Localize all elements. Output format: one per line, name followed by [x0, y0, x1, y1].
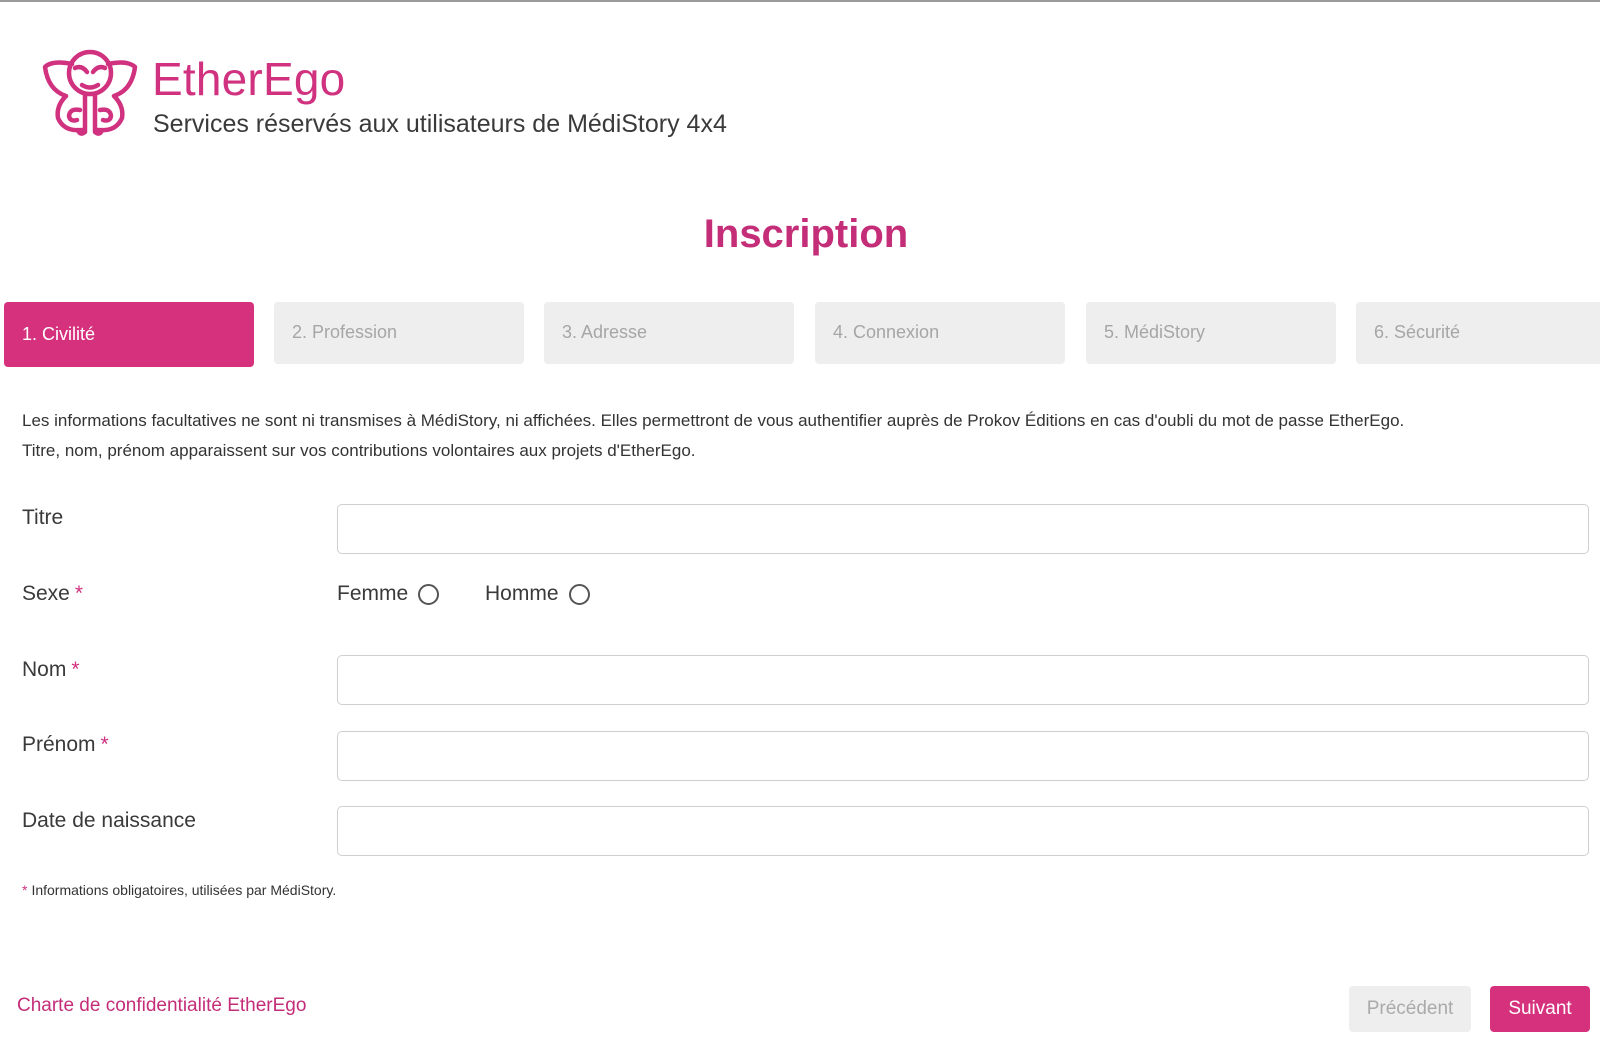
radio-homme-label: Homme [485, 582, 559, 605]
butterfly-face-logo-icon [42, 49, 138, 136]
titre-label-text: Titre [22, 506, 64, 529]
footnote-asterisk: * [22, 882, 28, 898]
sexe-label-text: Sexe [22, 582, 70, 605]
titre-input[interactable] [337, 504, 1589, 554]
step-securite[interactable]: 6. Sécurité [1356, 302, 1600, 364]
footnote-text: Informations obligatoires, utilisées par… [31, 882, 337, 898]
sexe-label: Sexe * [22, 582, 83, 606]
naissance-label: Date de naissance [22, 809, 196, 833]
top-divider [0, 0, 1600, 2]
nom-input[interactable] [337, 655, 1589, 705]
brand-tagline: Services réservés aux utilisateurs de Mé… [153, 110, 727, 138]
required-asterisk: * [100, 733, 109, 756]
radio-homme-circle[interactable] [568, 583, 590, 605]
page-title: Inscription [703, 212, 909, 256]
nom-label: Nom * [22, 658, 80, 682]
radio-femme-circle[interactable] [418, 583, 440, 605]
step-civilite[interactable]: 1. Civilité [4, 302, 254, 367]
intro-line-2: Titre, nom, prénom apparaissent sur vos … [22, 441, 696, 460]
naissance-label-text: Date de naissance [22, 809, 196, 832]
intro-line-1: Les informations facultatives ne sont ni… [22, 411, 1405, 430]
privacy-charter-link[interactable]: Charte de confidentialité EtherEgo [17, 995, 306, 1017]
naissance-input[interactable] [337, 806, 1589, 856]
prenom-label: Prénom * [22, 733, 109, 757]
prenom-input[interactable] [337, 731, 1589, 781]
titre-label: Titre [22, 506, 63, 530]
wizard-steps: 1. Civilité 2. Profession 3. Adresse 4. … [4, 302, 1600, 368]
nom-label-text: Nom [22, 658, 67, 681]
step-profession[interactable]: 2. Profession [274, 302, 524, 364]
required-asterisk: * [74, 582, 84, 605]
prenom-label-text: Prénom [22, 733, 96, 756]
step-medistory[interactable]: 5. MédiStory [1086, 302, 1336, 364]
step-adresse[interactable]: 3. Adresse [544, 302, 794, 364]
brand-name: EtherEgo [152, 53, 346, 105]
previous-button[interactable]: Précédent [1349, 986, 1471, 1032]
step-connexion[interactable]: 4. Connexion [815, 302, 1065, 364]
intro-text: Les informations facultatives ne sont ni… [22, 406, 1582, 466]
required-footnote: * Informations obligatoires, utilisées pa… [22, 882, 336, 898]
radio-femme[interactable]: Femme [337, 582, 440, 606]
required-asterisk: * [71, 658, 80, 681]
next-button[interactable]: Suivant [1490, 986, 1590, 1032]
radio-homme[interactable]: Homme [485, 582, 590, 606]
registration-page: EtherEgo Services réservés aux utilisate… [0, 0, 1600, 1055]
radio-femme-label: Femme [337, 582, 409, 605]
